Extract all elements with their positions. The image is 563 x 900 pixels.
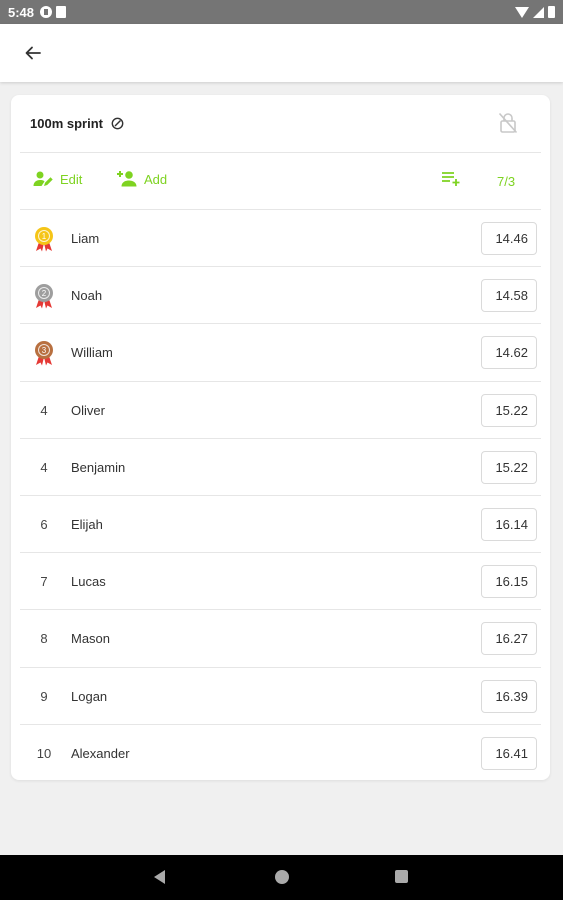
add-label: Add — [144, 171, 168, 187]
athlete-name: Elijah — [71, 516, 103, 532]
back-button[interactable] — [18, 38, 48, 68]
silver-medal-icon: 2 — [33, 283, 55, 314]
playlist-add-icon — [442, 172, 460, 186]
add-button[interactable]: Add — [115, 170, 167, 188]
battery-icon — [548, 6, 555, 18]
results-toolbar: Edit Add 7/3 — [11, 153, 550, 209]
edit-title-icon[interactable] — [111, 117, 124, 130]
notification-p-icon — [40, 6, 53, 18]
result-row: 7 Lucas 16.15 — [20, 553, 541, 611]
athlete-name: Mason — [71, 631, 111, 647]
time-input[interactable]: 15.22 — [481, 393, 537, 427]
status-system-icons — [515, 6, 555, 18]
arrow-back-icon — [25, 46, 41, 60]
nav-home-button[interactable] — [275, 870, 289, 884]
svg-text:1: 1 — [42, 232, 47, 241]
results-card: 100m sprint Edit Add 7/3 1 Liam 14.46 2 … — [11, 95, 550, 780]
bronze-medal-icon: 3 — [33, 340, 55, 371]
result-row: 8 Mason 16.27 — [20, 610, 541, 668]
result-row: 9 Logan 16.39 — [20, 668, 541, 725]
wifi-icon — [515, 6, 529, 18]
svg-text:2: 2 — [42, 289, 47, 298]
time-input[interactable]: 15.22 — [481, 450, 537, 484]
athlete-name: Noah — [71, 288, 103, 304]
gold-medal-icon: 1 — [33, 226, 55, 257]
rank-number: 8 — [40, 631, 48, 647]
athlete-name: Liam — [71, 231, 100, 246]
card-header: 100m sprint — [11, 95, 550, 152]
result-row: 2 Noah 14.58 — [20, 267, 541, 325]
time-input[interactable]: 16.14 — [481, 507, 537, 541]
result-row: 6 Elijah 16.14 — [20, 496, 541, 554]
time-input[interactable]: 16.15 — [481, 565, 537, 599]
sd-card-icon — [56, 6, 67, 18]
playlist-add-button[interactable] — [441, 171, 461, 192]
status-notification-icons — [40, 6, 67, 18]
rank-number: 6 — [40, 516, 48, 532]
result-row: 4 Benjamin 15.22 — [20, 439, 541, 496]
athlete-name: William — [71, 345, 113, 361]
lock-off-icon[interactable] — [498, 112, 518, 134]
athlete-name: Logan — [71, 688, 108, 704]
athlete-name: Lucas — [71, 574, 106, 590]
rank-number: 10 — [36, 745, 52, 761]
add-person-icon — [117, 171, 137, 187]
result-row: 1 Liam 14.46 — [20, 210, 541, 268]
nav-back-button[interactable] — [154, 870, 165, 884]
time-input[interactable]: 16.27 — [481, 622, 537, 656]
results-count: 7/3 — [497, 174, 516, 189]
nav-recents-button[interactable] — [395, 870, 408, 883]
rank-number: 7 — [40, 574, 48, 590]
result-row: 4 Oliver 15.22 — [20, 382, 541, 439]
event-title: 100m sprint — [30, 116, 103, 131]
time-input[interactable]: 14.62 — [481, 336, 537, 370]
signal-icon — [533, 6, 544, 18]
rank-number: 4 — [40, 402, 48, 418]
athlete-name: Oliver — [71, 402, 105, 418]
status-time: 5:48 — [8, 4, 35, 20]
time-input[interactable]: 14.58 — [481, 279, 537, 313]
rank-number: 9 — [40, 688, 48, 704]
athlete-name: Benjamin — [71, 459, 126, 475]
edit-person-icon — [33, 171, 53, 186]
edit-label: Edit — [60, 171, 83, 187]
status-bar: 5:48 — [0, 0, 563, 24]
results-list: 1 Liam 14.46 2 Noah 14.58 3 William 14.62 4 Oliver… — [11, 210, 550, 782]
result-row: 3 William 14.62 — [20, 324, 541, 382]
edit-button[interactable]: Edit — [33, 170, 82, 188]
system-nav-bar — [0, 855, 563, 900]
time-input[interactable]: 16.41 — [481, 736, 537, 770]
rank-number: 4 — [40, 459, 48, 475]
athlete-name: Alexander — [71, 745, 130, 761]
time-input[interactable]: 14.46 — [481, 222, 537, 255]
time-input[interactable]: 16.39 — [481, 679, 537, 713]
svg-text:3: 3 — [42, 346, 47, 355]
result-row: 10 Alexander 16.41 — [20, 725, 541, 782]
app-bar — [0, 24, 563, 82]
